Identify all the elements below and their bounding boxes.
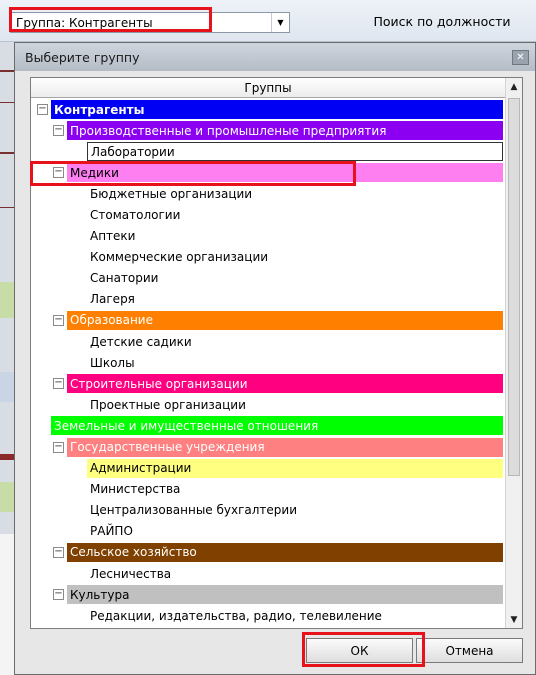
tree-row[interactable]: − Государственные учреждения [31,437,505,458]
tree-row[interactable]: − Образование [31,310,505,331]
tree-row[interactable]: Администрации [31,458,505,479]
tree-row[interactable]: Школы [31,352,505,373]
tree-item-label[interactable]: Стоматологии [87,205,503,225]
tree-item-label[interactable]: Образование [67,310,503,330]
arrow-up-icon[interactable]: ▲ [506,78,522,95]
scrollbar-thumb[interactable] [508,98,520,476]
tree-item-label[interactable]: Редакции, издательства, радио, телевилен… [87,606,503,626]
tree-row[interactable]: Лесничества [31,563,505,584]
cancel-button[interactable]: Отмена [416,638,523,663]
tree-row[interactable]: Аптеки [31,226,505,247]
tree-item-label[interactable]: Медики [67,163,503,183]
tree-item-label[interactable]: Проектные организации [87,395,503,415]
tree-item-label[interactable]: Лагеря [87,289,503,309]
minus-box-icon[interactable]: − [53,441,64,453]
tree-row[interactable]: Стоматологии [31,204,505,225]
select-group-dialog: Выберите группу ✕ Группы − Контрагенты − Пр… [14,42,536,675]
tree-item-label[interactable]: Детские садики [87,332,503,352]
minus-box-icon[interactable]: − [53,314,64,326]
tree-row[interactable]: Лагеря [31,289,505,310]
tree-row[interactable]: − Производственные и промышленые предприя… [31,120,505,141]
tree-item-label[interactable]: Коммерческие организации [87,247,503,267]
tree-item-label[interactable]: Санатории [87,268,503,288]
arrow-down-icon[interactable]: ▼ [506,611,522,628]
group-combo-value: Группа: Контрагенты [16,16,153,30]
minus-box-icon[interactable]: − [53,546,64,558]
column-header-groups[interactable]: Группы [31,78,505,98]
minus-box-icon[interactable]: − [37,104,48,115]
tree-row[interactable]: − Сельское хозяйство [31,542,505,563]
tree-row[interactable]: Коммерческие организации [31,247,505,268]
background-app-strip [0,42,14,675]
minus-box-icon[interactable]: − [53,378,64,390]
tree-row[interactable]: Детские садики [31,331,505,352]
tree-item-label[interactable]: Земельные и имущественные отношения [51,416,503,436]
tree-row[interactable]: Земельные и имущественные отношения [31,415,505,436]
group-combo[interactable]: Группа: Контрагенты ▼ [10,12,290,33]
tree-row[interactable]: Проектные организации [31,394,505,415]
tree-item-label[interactable]: Лесничества [87,564,503,584]
tree-item-label[interactable]: Контрагенты [51,100,503,119]
tree-item-label[interactable]: Школы [87,353,503,373]
minus-box-icon[interactable]: − [53,167,64,179]
close-icon[interactable]: ✕ [512,50,529,65]
tree-row[interactable]: Лаборатории [31,141,505,162]
tree-row[interactable]: Санатории [31,268,505,289]
tree-item-label[interactable]: Администрации [87,458,503,478]
search-by-position-button[interactable]: Поиск по должности [354,8,530,34]
tree-item-label[interactable]: Культура [67,585,503,605]
tree-item-label[interactable]: Строительные организации [67,374,503,394]
tree-item-label[interactable]: Бюджетные организации [87,184,503,204]
tree-item-label[interactable]: Государственные учреждения [67,437,503,457]
dialog-titlebar: Выберите группу ✕ [15,43,535,71]
tree-rows: − Контрагенты − Производственные и промышле… [31,99,505,626]
tree-item-label[interactable]: Лаборатории [87,142,503,162]
toolbar: Группа: Контрагенты ▼ Поиск по должности [0,0,536,42]
tree-item-label[interactable]: РАЙПО [87,521,503,541]
vertical-scrollbar[interactable]: ▲ ▼ [505,78,522,628]
tree-row[interactable]: − Медики [31,162,505,183]
tree-row[interactable]: − Контрагенты [31,99,505,120]
tree-item-label[interactable]: Производственные и промышленые предприят… [67,121,503,141]
tree-row[interactable]: − Культура [31,584,505,605]
tree-item-label[interactable]: Министерства [87,479,503,499]
chevron-down-icon[interactable]: ▼ [271,13,289,32]
tree-row[interactable]: Бюджетные организации [31,183,505,204]
tree-row[interactable]: − Строительные организации [31,373,505,394]
tree-row[interactable]: Редакции, издательства, радио, телевилен… [31,605,505,626]
minus-box-icon[interactable]: − [53,589,64,601]
ok-button[interactable]: ОК [306,638,413,663]
tree-item-label[interactable]: Сельское хозяйство [67,542,503,562]
tree-item-label[interactable]: Аптеки [87,226,503,246]
tree-row[interactable]: Централизованные бухгалтерии [31,500,505,521]
tree-item-label[interactable]: Централизованные бухгалтерии [87,500,503,520]
tree-row[interactable]: Министерства [31,479,505,500]
tree-row[interactable]: РАЙПО [31,521,505,542]
dialog-title: Выберите группу [25,50,140,65]
groups-tree: Группы − Контрагенты − Производственные и п… [30,77,523,629]
minus-box-icon[interactable]: − [53,125,64,137]
